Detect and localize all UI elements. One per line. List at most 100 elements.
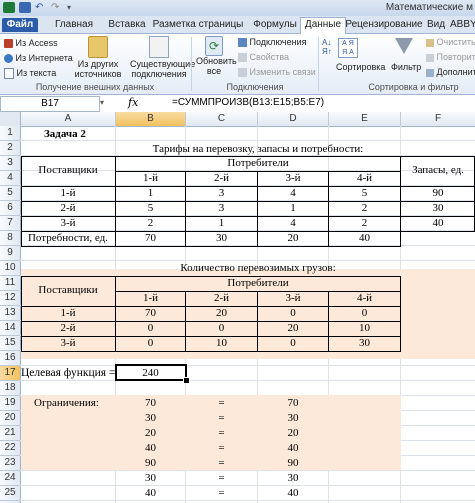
demand-cell: 70 bbox=[145, 232, 156, 244]
table-border-line bbox=[21, 351, 401, 352]
reapply-icon bbox=[426, 53, 434, 62]
row-header[interactable]: 9 bbox=[0, 246, 21, 261]
shipment-cell[interactable]: 10 bbox=[329, 322, 400, 334]
row-header[interactable]: 4 bbox=[0, 171, 21, 186]
row-header[interactable]: 13 bbox=[0, 306, 21, 321]
shipment-cell[interactable]: 30 bbox=[329, 337, 400, 349]
refresh-all-button[interactable]: ⟳ Обновить все bbox=[196, 36, 237, 76]
tariff-cell: 2 bbox=[361, 217, 368, 229]
undo-icon[interactable]: ↶ bbox=[35, 2, 47, 13]
insert-function-icon[interactable]: fx bbox=[128, 96, 138, 109]
table-border-line bbox=[400, 276, 401, 351]
row-header[interactable]: 24 bbox=[0, 471, 21, 486]
column-header-d[interactable]: D bbox=[258, 112, 329, 127]
row-header[interactable]: 23 bbox=[0, 456, 21, 471]
row-header[interactable]: 22 bbox=[0, 441, 21, 456]
row-header[interactable]: 2 bbox=[0, 141, 21, 156]
constraint-equals: = bbox=[218, 472, 225, 484]
clear-filter-button[interactable]: Очистить bbox=[426, 37, 475, 47]
tab-view[interactable]: Вид bbox=[424, 18, 448, 32]
column-header-a[interactable]: A bbox=[21, 112, 116, 127]
tariff-cell: 4 bbox=[290, 187, 296, 199]
column-header-b[interactable]: B bbox=[116, 112, 186, 127]
tariff-cell: 1 bbox=[218, 217, 225, 229]
constraint-value: 90 bbox=[145, 457, 156, 469]
connections-button[interactable]: Подключения bbox=[238, 37, 306, 48]
title-bar: ↶ ↷ ▾ Математические м bbox=[0, 0, 475, 17]
row-header[interactable]: 15 bbox=[0, 336, 21, 351]
row-header[interactable]: 7 bbox=[0, 216, 21, 231]
advanced-filter-button[interactable]: Дополнит bbox=[426, 67, 475, 77]
access-icon bbox=[4, 39, 13, 49]
tab-formulas[interactable]: Формулы bbox=[250, 18, 300, 32]
row-header[interactable]: 11 bbox=[0, 276, 21, 291]
target-function-label: Целевая функция = bbox=[21, 367, 116, 379]
row-header[interactable]: 21 bbox=[0, 426, 21, 441]
fill-handle[interactable] bbox=[183, 377, 190, 384]
shipment-cell[interactable]: 0 bbox=[116, 337, 185, 349]
constraint-value: 70 bbox=[145, 397, 156, 409]
tab-home[interactable]: Главная bbox=[48, 18, 100, 32]
existing-connections-button[interactable]: Существующие подключения bbox=[130, 36, 195, 79]
row-header[interactable]: 5 bbox=[0, 186, 21, 201]
filter-icon-wrap[interactable] bbox=[395, 38, 413, 54]
customize-toolbar-icon[interactable]: ▾ bbox=[67, 2, 79, 13]
select-all-corner[interactable] bbox=[0, 112, 21, 127]
constraint-value: 40 bbox=[145, 487, 156, 499]
row-header[interactable]: 20 bbox=[0, 411, 21, 426]
name-box[interactable]: B17 bbox=[0, 96, 100, 112]
shipment-cell[interactable]: 0 bbox=[258, 337, 328, 349]
redo-icon[interactable]: ↷ bbox=[51, 2, 63, 13]
from-text-button[interactable]: Из текста bbox=[4, 68, 56, 80]
from-access-button[interactable]: Из Access bbox=[4, 38, 58, 49]
worksheet-grid[interactable]: A B C D E F 1 2 3 4 5 6 7 8 9 10 11 12 13 14 15 16 17 18 1… bbox=[0, 112, 475, 503]
save-icon[interactable] bbox=[19, 2, 31, 13]
existing-connections-icon bbox=[149, 36, 169, 58]
row-header[interactable]: 14 bbox=[0, 321, 21, 336]
row-header[interactable]: 3 bbox=[0, 156, 21, 171]
row-header[interactable]: 17 bbox=[0, 366, 21, 381]
row-header[interactable]: 16 bbox=[0, 351, 21, 366]
sort-az-button[interactable]: А↓ Я↑ bbox=[322, 38, 332, 56]
active-cell-selection[interactable] bbox=[115, 364, 187, 381]
tariff-cell: 4 bbox=[290, 217, 296, 229]
tab-abbyy[interactable]: ABBY bbox=[450, 18, 475, 32]
shipment-cell[interactable]: 70 bbox=[116, 307, 185, 319]
column-header-c[interactable]: C bbox=[186, 112, 258, 127]
row-header[interactable]: 19 bbox=[0, 396, 21, 411]
shipment-cell[interactable]: 0 bbox=[329, 307, 400, 319]
reapply-button[interactable]: Повторит bbox=[426, 52, 475, 62]
column-header-e[interactable]: E bbox=[329, 112, 401, 127]
row-header[interactable]: 12 bbox=[0, 291, 21, 306]
from-other-sources-button[interactable]: Из других источников bbox=[70, 36, 126, 79]
from-web-button[interactable]: Из Интернета bbox=[4, 53, 73, 64]
shipment-cell[interactable]: 20 bbox=[258, 322, 328, 334]
shipment-cell[interactable]: 10 bbox=[186, 337, 257, 349]
properties-button[interactable]: Свойства bbox=[238, 52, 289, 63]
formula-input[interactable]: =СУММПРОИЗВ(B13:E15;B5:E7) bbox=[172, 97, 324, 108]
tab-insert[interactable]: Вставка bbox=[102, 18, 152, 32]
row-header[interactable]: 25 bbox=[0, 486, 21, 501]
gridline bbox=[20, 140, 475, 141]
row-header[interactable]: 18 bbox=[0, 381, 21, 396]
edit-links-button[interactable]: Изменить связи bbox=[238, 67, 316, 78]
table-border-line bbox=[21, 246, 401, 247]
shipment-cell[interactable]: 0 bbox=[258, 307, 328, 319]
sort-button-wrap[interactable]: А ЯЯ А bbox=[338, 38, 358, 58]
sort-button[interactable]: Сортировка bbox=[336, 62, 385, 72]
row-header[interactable]: 1 bbox=[0, 126, 21, 141]
shipment-cell[interactable]: 0 bbox=[116, 322, 185, 334]
row-header[interactable]: 6 bbox=[0, 201, 21, 216]
tab-page-layout[interactable]: Разметка страницы bbox=[148, 18, 248, 32]
gridline bbox=[20, 500, 475, 501]
tab-review[interactable]: Рецензирование bbox=[340, 18, 428, 32]
row-header[interactable]: 8 bbox=[0, 231, 21, 246]
shipment-cell[interactable]: 0 bbox=[186, 322, 257, 334]
shipment-cell[interactable]: 20 bbox=[186, 307, 257, 319]
supplier-label: 3-й bbox=[60, 337, 76, 349]
row-header[interactable]: 10 bbox=[0, 261, 21, 276]
column-header-f[interactable]: F bbox=[401, 112, 475, 127]
name-box-dropdown-icon[interactable]: ▾ bbox=[100, 98, 104, 107]
filter-button[interactable]: Фильтр bbox=[391, 62, 421, 72]
tab-file[interactable]: Файл bbox=[2, 18, 38, 32]
